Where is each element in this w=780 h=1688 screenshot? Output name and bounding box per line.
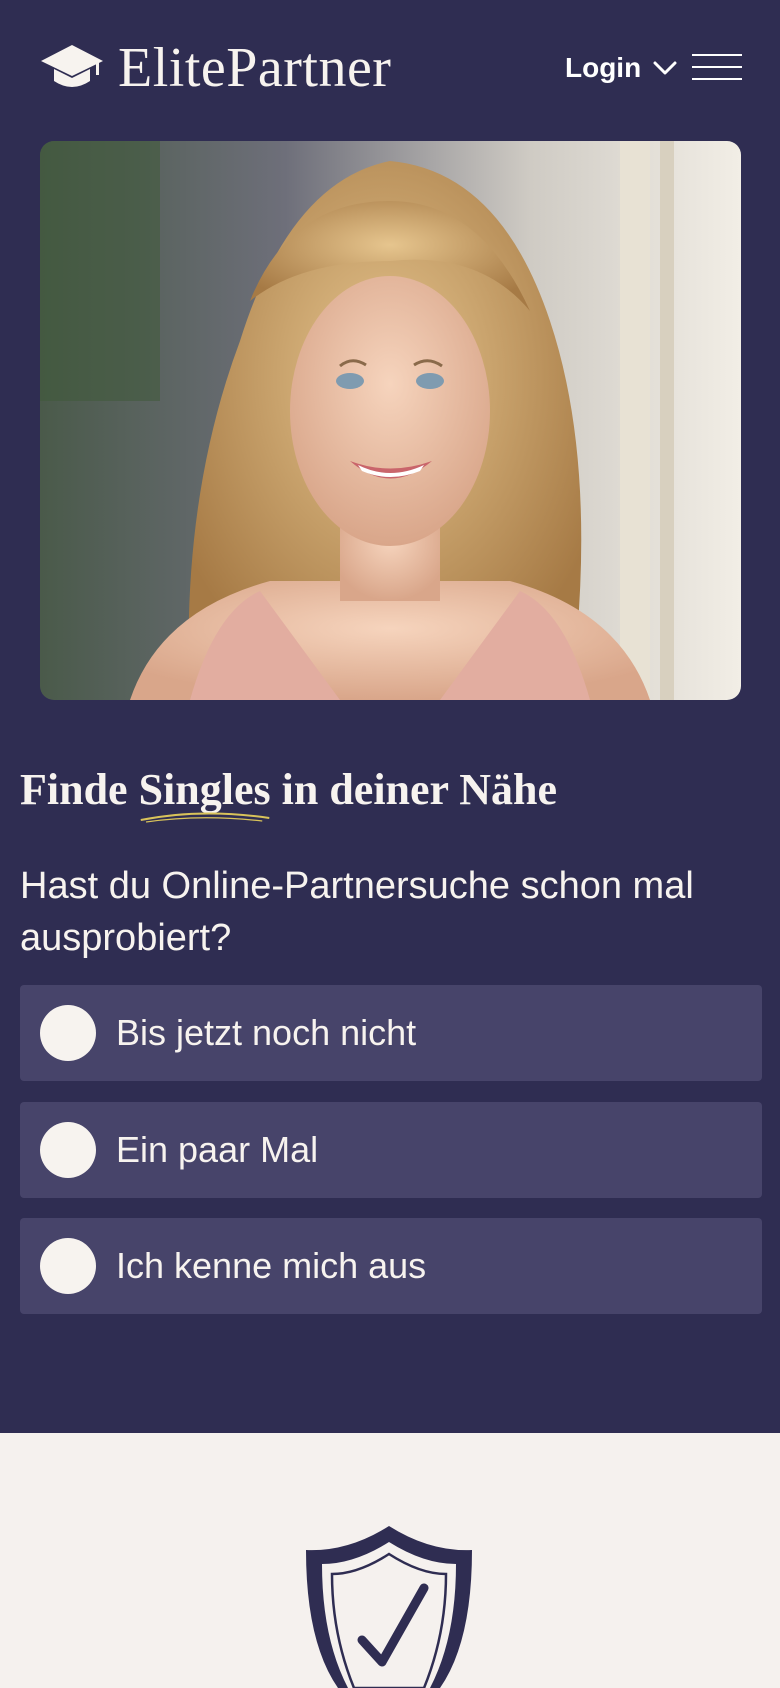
logo-text: ElitePartner — [118, 37, 392, 99]
answer-option-2[interactable]: Ein paar Mal — [20, 1102, 762, 1198]
answer-option-1[interactable]: Bis jetzt noch nicht — [20, 985, 762, 1081]
chevron-down-icon — [653, 61, 677, 75]
radio-button[interactable] — [40, 1238, 96, 1294]
smiling-woman-photo — [40, 141, 741, 700]
headline-highlight: Singles — [139, 762, 271, 823]
login-button[interactable]: Login — [565, 48, 677, 88]
hamburger-menu-icon[interactable] — [692, 54, 742, 80]
option-label: Ich kenne mich aus — [116, 1245, 427, 1286]
site-header: ElitePartner Login — [0, 0, 780, 140]
login-label: Login — [565, 52, 642, 83]
option-label: Bis jetzt noch nicht — [116, 1012, 417, 1053]
logo[interactable]: ElitePartner — [40, 36, 391, 100]
headline-after: in deiner Nähe — [270, 765, 558, 814]
hero-section: ElitePartner Login Finde Singles in dein… — [0, 0, 780, 1433]
graduation-cap-icon — [41, 45, 103, 87]
shield-check-icon — [306, 1526, 472, 1688]
survey-question: Hast du Online-Partnersuche schon mal au… — [20, 865, 694, 959]
radio-button[interactable] — [40, 1005, 96, 1061]
page-title: Finde Singles in deiner Nähe — [20, 762, 760, 823]
option-label: Ein paar Mal — [116, 1129, 319, 1170]
headline-before: Finde — [20, 765, 139, 814]
answer-option-3[interactable]: Ich kenne mich aus — [20, 1218, 762, 1314]
radio-button[interactable] — [40, 1122, 96, 1178]
underline-swash-icon — [140, 812, 269, 823]
